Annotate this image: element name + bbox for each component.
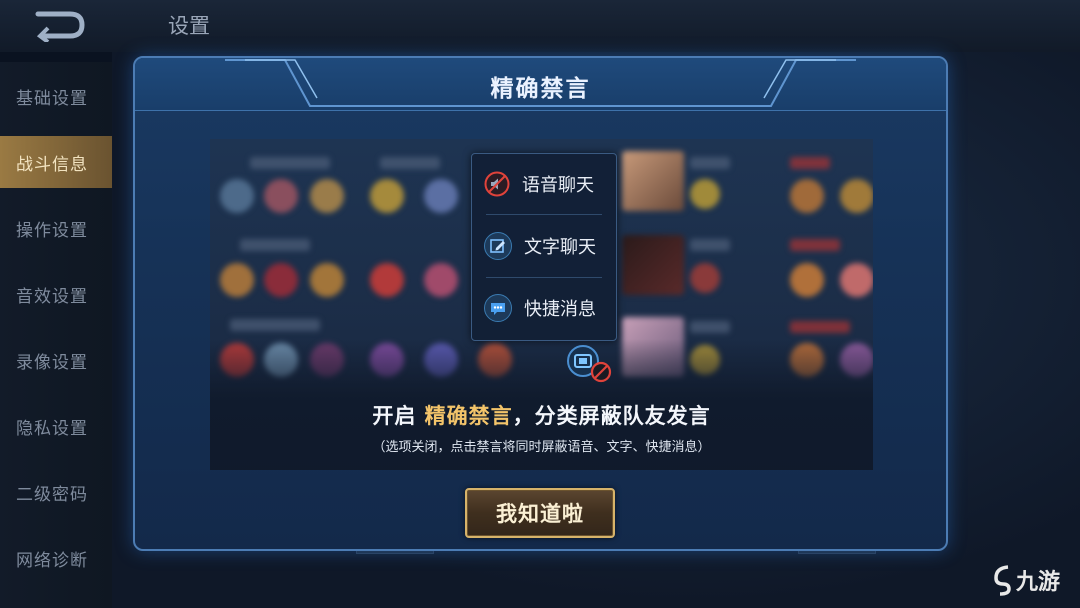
menu-divider: [486, 214, 602, 215]
back-arrow-icon[interactable]: [30, 8, 90, 42]
headline-prefix: 开启: [372, 404, 425, 428]
sidebar-item-battle-info[interactable]: 战斗信息: [0, 136, 112, 188]
confirm-button[interactable]: 我知道啦: [465, 488, 615, 538]
sidebar-item-sound[interactable]: 音效设置: [0, 268, 112, 320]
sidebar-item-basic[interactable]: 基础设置: [0, 70, 112, 122]
watermark-swirl-icon: [994, 565, 1011, 596]
watermark-text: 九游: [1016, 570, 1061, 595]
headline-highlight: 精确禁言: [424, 404, 513, 428]
watermark-logo: 九游: [990, 560, 1060, 600]
sidebar-item-password[interactable]: 二级密码: [0, 466, 112, 518]
preview-image: 语音聊天 文字聊天 快捷消息 开启 精确禁言，分类屏蔽队友发言 （选项关闭，点击…: [210, 139, 873, 470]
menu-item-label: 快捷消息: [524, 299, 596, 320]
menu-item-quick-message[interactable]: 快捷消息: [472, 278, 616, 338]
dialog-title: 精确禁言: [490, 76, 591, 102]
muted-speaker-icon: [484, 171, 510, 197]
headline-suffix: ，分类屏蔽队友发言: [512, 404, 711, 428]
menu-item-label: 语音聊天: [522, 175, 594, 196]
chat-bubble-icon: [484, 294, 512, 322]
sidebar-item-network[interactable]: 网络诊断: [0, 532, 112, 584]
sidebar-item-privacy[interactable]: 隐私设置: [0, 400, 112, 452]
menu-item-label: 文字聊天: [524, 237, 596, 258]
precise-mute-dialog: 精确禁言 语音聊天 文字聊天 快捷消息 开启 精确禁言，分类屏蔽队友发言 （选项…: [133, 56, 948, 551]
pencil-icon: [484, 232, 512, 260]
menu-item-voice-chat[interactable]: 语音聊天: [472, 154, 616, 214]
mute-toggle-icon[interactable]: [566, 344, 614, 384]
chat-mute-menu: 语音聊天 文字聊天 快捷消息: [471, 153, 617, 341]
menu-item-text-chat[interactable]: 文字聊天: [472, 216, 616, 276]
top-bar: [0, 0, 1080, 52]
settings-sidebar: 基础设置 战斗信息 操作设置 音效设置 录像设置 隐私设置 二级密码 网络诊断: [0, 62, 112, 608]
sidebar-item-replay[interactable]: 录像设置: [0, 334, 112, 386]
sidebar-item-controls[interactable]: 操作设置: [0, 202, 112, 254]
feature-headline: 开启 精确禁言，分类屏蔽队友发言: [210, 400, 873, 430]
page-title: 设置: [168, 14, 210, 38]
feature-note: （选项关闭，点击禁言将同时屏蔽语音、文字、快捷消息）: [372, 440, 711, 455]
